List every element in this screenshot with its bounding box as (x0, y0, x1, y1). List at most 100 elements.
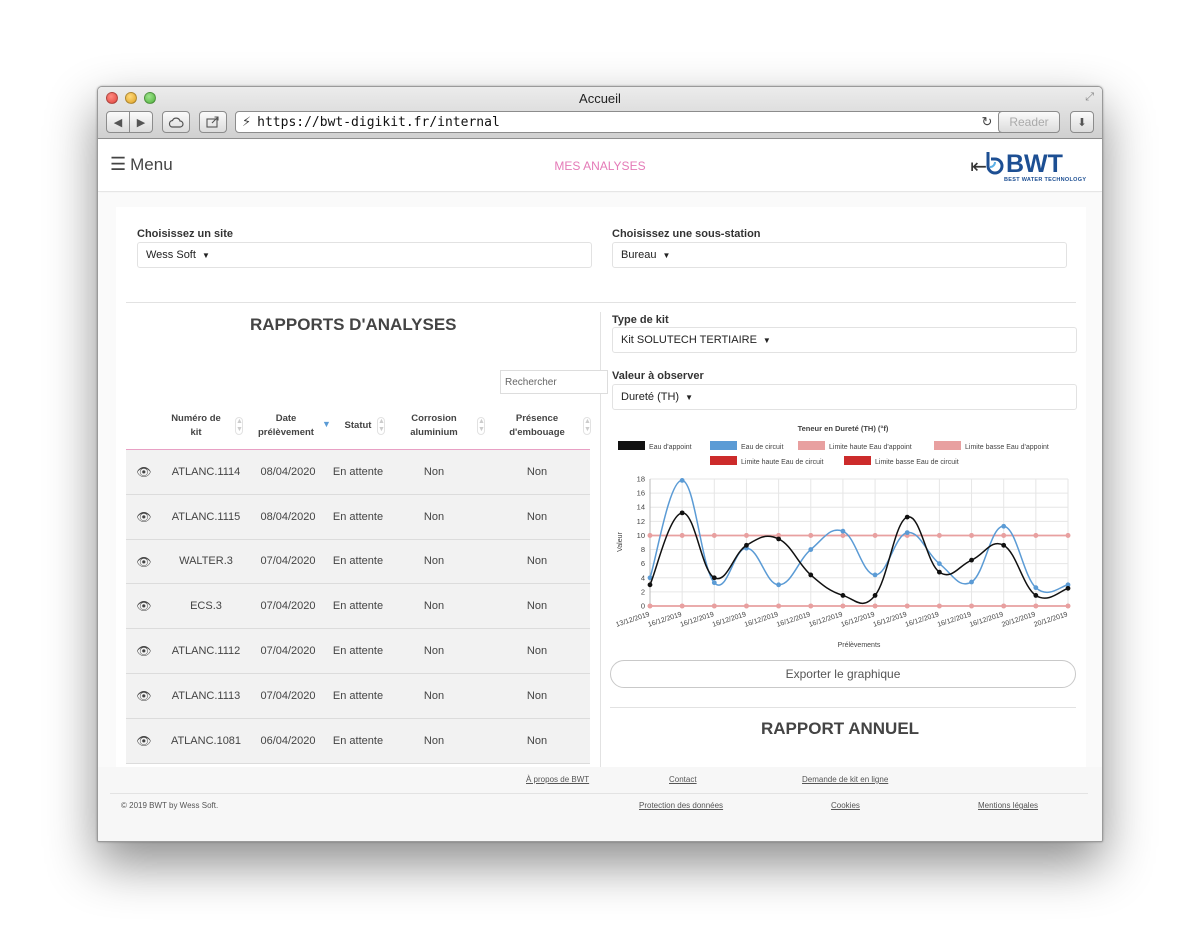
fullscreen-icon[interactable]: ⤢ (1085, 91, 1094, 104)
data-point (936, 561, 942, 567)
caret-down-icon: ▼ (662, 250, 671, 260)
x-tick-label: 16/12/2019 (969, 611, 1005, 629)
data-point (744, 533, 749, 538)
y-tick-label: 12 (637, 517, 645, 526)
table-row[interactable]: 👁 ATLANC.1112 07/04/2020 En attente Non Non (126, 629, 590, 674)
reload-button[interactable]: ↻ (978, 111, 996, 133)
x-tick-label: 16/12/2019 (712, 611, 748, 629)
legend-swatch (934, 441, 961, 450)
view-eye-icon[interactable]: 👁 (134, 629, 154, 673)
data-point (711, 580, 717, 586)
col-header-statut[interactable]: Statut (340, 402, 376, 450)
sort-icon[interactable]: ▲ ▼ (377, 417, 385, 435)
substation-select[interactable]: Bureau ▼ (612, 242, 1067, 268)
share-button[interactable] (199, 111, 227, 133)
table-row[interactable]: 👁 ATLANC.1114 08/04/2020 En attente Non Non (126, 450, 590, 495)
reader-button[interactable]: Reader (998, 111, 1060, 133)
cell-sludge: Non (526, 689, 548, 702)
bwt-logo[interactable]: BWT BEST WATER TECHNOLOGY (986, 150, 1092, 186)
cell-status: En attente (332, 644, 384, 657)
privacy-link[interactable]: Protection des données (639, 801, 723, 810)
cell-kit-number: ATLANC.1114 (171, 465, 241, 478)
view-eye-icon[interactable]: 👁 (134, 495, 154, 539)
address-bar[interactable]: ⚡ https://bwt-digikit.fr/internal (235, 111, 1055, 133)
kit-type-select[interactable]: Kit SOLUTECH TERTIAIRE ▼ (612, 327, 1077, 353)
request-kit-link[interactable]: Demande de kit en ligne (802, 775, 888, 784)
legal-link[interactable]: Mentions légales (978, 801, 1038, 810)
data-point (776, 582, 782, 588)
view-eye-icon[interactable]: 👁 (134, 719, 154, 763)
data-point (872, 572, 878, 578)
data-point (647, 533, 653, 538)
view-eye-icon[interactable]: 👁 (134, 674, 154, 718)
data-point (808, 533, 814, 538)
cell-sludge: Non (526, 510, 548, 523)
observe-select[interactable]: Dureté (TH) ▼ (612, 384, 1077, 410)
search-input[interactable] (500, 370, 608, 394)
data-point (1033, 603, 1039, 609)
export-chart-button[interactable]: Exporter le graphique (610, 660, 1076, 688)
sort-icon[interactable]: ▲ ▼ (235, 417, 243, 435)
table-row[interactable]: 👁 ATLANC.1113 07/04/2020 En attente Non Non (126, 673, 590, 719)
site-value: Wess Soft (146, 249, 196, 261)
icloud-tabs-button[interactable] (162, 111, 190, 133)
data-point (969, 603, 974, 609)
downloads-button[interactable]: ⬇ (1070, 111, 1094, 133)
cell-kit-number: ATLANC.1115 (171, 510, 241, 523)
y-tick-label: 2 (641, 587, 645, 596)
cell-corrosion: Non (423, 734, 445, 747)
data-point (872, 603, 878, 609)
sort-icon[interactable]: ▲ ▼ (477, 417, 485, 435)
cookies-link[interactable]: Cookies (831, 801, 860, 810)
legend-label: Eau d'appoint (649, 444, 692, 451)
download-icon: ⬇ (1077, 116, 1087, 129)
table-row[interactable]: 👁 ECS.3 07/04/2020 En attente Non Non (126, 584, 590, 630)
sort-desc-icon[interactable]: ▼ (322, 420, 331, 438)
cell-sample-date: 07/04/2020 (260, 644, 316, 657)
view-eye-icon[interactable]: 👁 (134, 450, 154, 494)
data-point (744, 542, 749, 548)
data-point (1065, 603, 1071, 609)
cell-kit-number: ATLANC.1112 (171, 644, 241, 657)
data-point (936, 533, 942, 538)
x-tick-label: 16/12/2019 (872, 611, 908, 629)
back-button[interactable]: ◀ (106, 111, 130, 133)
col-header-date[interactable]: Date prélèvement (256, 402, 316, 450)
logo-tagline: BEST WATER TECHNOLOGY (1004, 177, 1087, 183)
sort-icon[interactable]: ▲ ▼ (583, 417, 591, 435)
x-tick-label: 16/12/2019 (808, 611, 844, 629)
site-select[interactable]: Wess Soft ▼ (137, 242, 592, 268)
forward-button[interactable]: ▶ (129, 111, 153, 133)
y-tick-label: 10 (637, 531, 645, 540)
main-content: Choisissez un site Wess Soft ▼ Choisissez… (98, 193, 1102, 767)
y-tick-label: 8 (641, 545, 645, 554)
about-link[interactable]: À propos de BWT (526, 775, 589, 784)
footer: À propos de BWT Contact Demande de kit e… (98, 767, 1102, 841)
table-row[interactable]: 👁 ATLANC.1081 06/04/2020 En attente Non Non (126, 718, 590, 764)
y-axis-label: Valeur (617, 531, 624, 551)
data-point (776, 536, 782, 542)
data-point (1033, 533, 1039, 538)
back-arrow-icon: ◀ (113, 116, 123, 129)
col-header-embouage[interactable]: Présence d'embouage (500, 402, 574, 450)
cell-status: En attente (332, 555, 384, 568)
x-axis-label: Prélèvements (838, 642, 881, 649)
caret-down-icon: ▼ (201, 250, 210, 260)
reload-icon: ↻ (981, 114, 993, 129)
table-row[interactable]: 👁 ATLANC.1115 08/04/2020 En attente Non Non (126, 494, 590, 540)
data-point (679, 510, 685, 516)
legend-label: Limite basse Eau d'appoint (965, 444, 1049, 451)
y-tick-label: 14 (637, 503, 645, 512)
data-point (1001, 603, 1007, 609)
view-eye-icon[interactable]: 👁 (134, 540, 154, 584)
data-point (808, 603, 814, 609)
col-header-corrosion[interactable]: Corrosion aluminium (402, 402, 466, 450)
col-header-num[interactable]: Numéro de kit (170, 402, 222, 450)
data-point (1065, 533, 1071, 538)
cell-corrosion: Non (423, 600, 445, 613)
x-tick-label: 20/12/2019 (1001, 611, 1037, 629)
view-eye-icon[interactable]: 👁 (134, 584, 154, 628)
contact-link[interactable]: Contact (669, 775, 697, 784)
table-row[interactable]: 👁 WALTER.3 07/04/2020 En attente Non Non (126, 539, 590, 585)
analyses-card: Choisissez un site Wess Soft ▼ Choisissez… (116, 207, 1086, 767)
